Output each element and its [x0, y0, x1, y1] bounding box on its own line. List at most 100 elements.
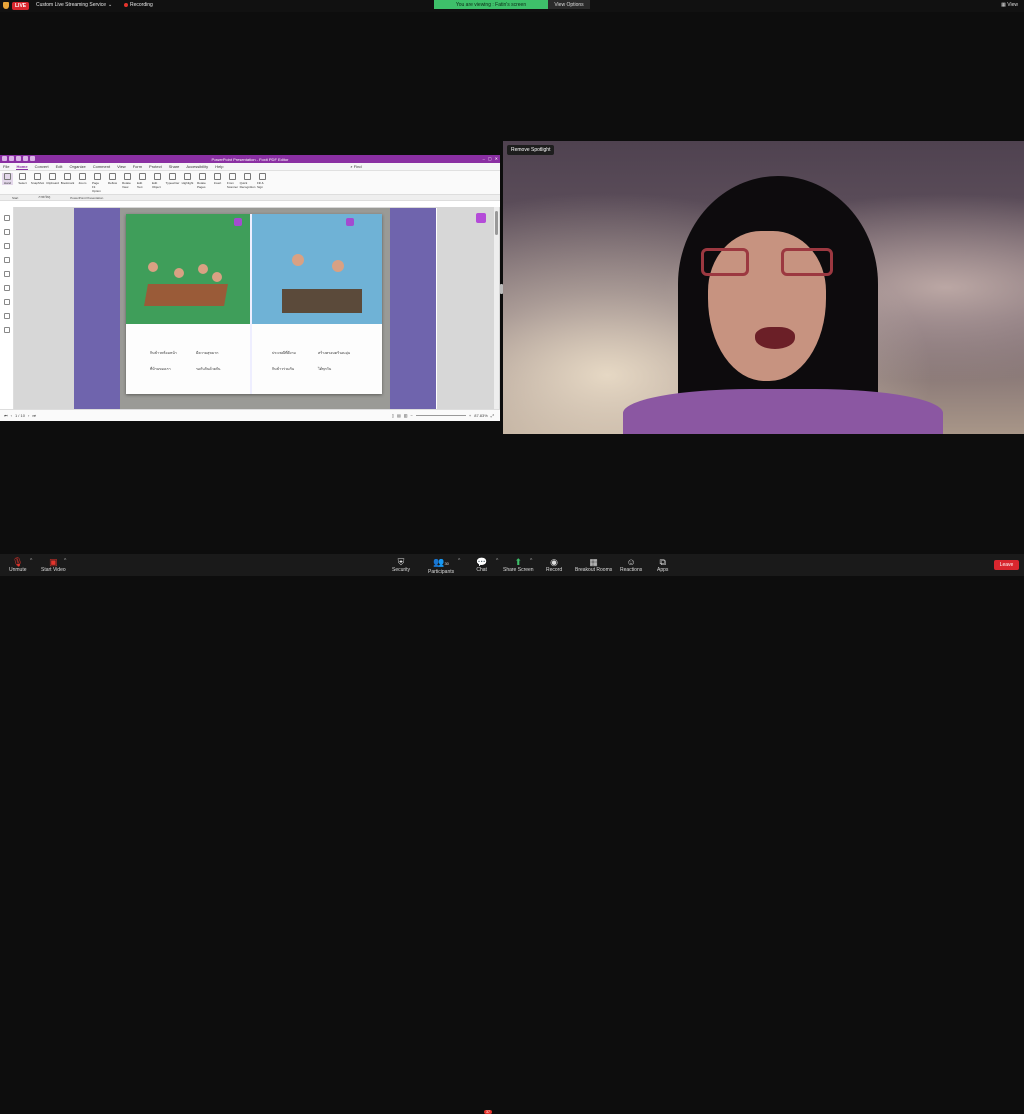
- video-options-chevron-icon[interactable]: ^: [64, 558, 66, 564]
- ribbon-edit-text-button[interactable]: Edit Text: [137, 173, 148, 189]
- view-button[interactable]: ▦ View: [1001, 2, 1018, 8]
- chat-chevron-icon[interactable]: ^: [496, 558, 498, 564]
- ribbon-label: Typewriter: [165, 181, 180, 185]
- recording-indicator[interactable]: Recording: [124, 2, 153, 8]
- ribbon-insert-button[interactable]: Insert: [212, 173, 223, 185]
- book-left-page: กินข้าวพร้อมหน้า ที่บ้านของเรา มีความสุข…: [126, 214, 250, 394]
- print-icon[interactable]: [23, 156, 28, 161]
- record-button[interactable]: ◉ Record: [546, 557, 562, 573]
- apps-button[interactable]: ⧉ Apps: [657, 557, 668, 573]
- live-badge[interactable]: LIVE: [12, 2, 30, 10]
- ribbon-reflow-button[interactable]: Reflow: [107, 173, 118, 185]
- menu-protect[interactable]: Protect: [149, 164, 162, 169]
- ribbon-clipboard-button[interactable]: Clipboard: [46, 173, 59, 185]
- attachments-panel-icon[interactable]: [3, 271, 10, 277]
- remove-spotlight-button[interactable]: Remove Spotlight: [507, 145, 555, 155]
- search-input[interactable]: ⌕ Find: [350, 164, 361, 169]
- reactions-button[interactable]: ☺ Reactions: [620, 557, 642, 573]
- menu-file[interactable]: File: [3, 164, 9, 169]
- layers-panel-icon[interactable]: [3, 257, 10, 263]
- menu-view[interactable]: View: [117, 164, 126, 169]
- ribbon-zoom-button[interactable]: Zoom: [77, 173, 88, 185]
- maximize-icon[interactable]: ▢: [488, 156, 492, 161]
- zoom-level[interactable]: 87.83%: [474, 413, 488, 418]
- page-indicator[interactable]: 1 / 10: [15, 413, 25, 418]
- person-illustration: [292, 254, 304, 266]
- last-page-icon[interactable]: ⏭: [32, 413, 36, 418]
- menu-home[interactable]: Home: [16, 164, 28, 170]
- ribbon-typewriter-button[interactable]: Typewriter: [165, 173, 180, 185]
- speaker-video-tile[interactable]: Remove Spotlight: [503, 141, 1024, 434]
- zoom-slider[interactable]: [415, 415, 466, 416]
- tab-powerpoint[interactable]: PowerPoint Presentation: [70, 196, 103, 200]
- ribbon-bookmark-button[interactable]: Bookmark: [61, 173, 74, 185]
- pages-panel-icon[interactable]: [3, 229, 10, 235]
- dining-table-illustration: [282, 289, 362, 313]
- menu-organize[interactable]: Organize: [70, 164, 86, 169]
- ribbon-snapshot-button[interactable]: SnapShot: [31, 173, 44, 185]
- zoom-out-icon[interactable]: −: [411, 413, 413, 418]
- share-screen-button[interactable]: ⬆ Share Screen: [503, 557, 534, 573]
- ribbon-highlight-button[interactable]: Highlight: [182, 173, 193, 185]
- menu-help[interactable]: Help: [215, 164, 223, 169]
- menu-accessibility[interactable]: Accessibility: [186, 164, 208, 169]
- person-illustration: [148, 262, 158, 272]
- chat-label: Chat: [476, 567, 487, 573]
- participants-button[interactable]: 👥30 Participants: [428, 557, 454, 575]
- tags-panel-icon[interactable]: [3, 327, 10, 333]
- start-video-button[interactable]: ▣ Start Video: [41, 557, 66, 573]
- ribbon-rotate-pages-button[interactable]: Rotate Pages: [197, 173, 208, 189]
- zoom-in-icon[interactable]: +: [469, 413, 471, 418]
- menu-edit[interactable]: Edit: [56, 164, 63, 169]
- share-chevron-icon[interactable]: ^: [530, 558, 532, 564]
- tab-image-doc[interactable]: ภาพ/วัตถุ: [38, 195, 50, 200]
- ribbon-rotate-view-button[interactable]: Rotate View: [122, 173, 133, 189]
- reflow-icon: [109, 173, 116, 180]
- insert-icon: [214, 173, 221, 180]
- chat-button[interactable]: 💬 Chat: [476, 557, 487, 573]
- ribbon-select-button[interactable]: Select: [17, 173, 28, 185]
- ribbon-page-fit-button[interactable]: Page Fit Option: [92, 173, 103, 193]
- minimize-icon[interactable]: –: [483, 156, 485, 161]
- cursor-icon: [19, 173, 26, 180]
- undo-icon[interactable]: [30, 156, 35, 161]
- document-view[interactable]: กินข้าวพร้อมหน้า ที่บ้านของเรา มีความสุข…: [0, 207, 500, 410]
- streaming-service-dropdown[interactable]: Custom Live Streaming Service ⌄: [36, 2, 112, 8]
- breakout-rooms-button[interactable]: ▦ Breakout Rooms: [575, 557, 612, 573]
- save-icon[interactable]: [16, 156, 21, 161]
- menu-convert[interactable]: Convert: [35, 164, 49, 169]
- ribbon-hand-button[interactable]: Hand: [2, 173, 13, 185]
- scrollbar-thumb[interactable]: [495, 211, 498, 235]
- ai-assistant-icon[interactable]: [476, 213, 486, 223]
- audio-options-chevron-icon[interactable]: ^: [30, 558, 32, 564]
- menu-comment[interactable]: Comment: [93, 164, 110, 169]
- vertical-scrollbar[interactable]: [494, 207, 499, 409]
- next-page-icon[interactable]: ›: [28, 413, 29, 418]
- participants-chevron-icon[interactable]: ^: [458, 558, 460, 564]
- single-page-icon[interactable]: ▯: [392, 413, 394, 418]
- view-options-button[interactable]: View Options: [548, 0, 590, 9]
- open-icon[interactable]: [9, 156, 14, 161]
- leave-button[interactable]: Leave: [994, 560, 1019, 570]
- bookmark-panel-icon[interactable]: [3, 215, 10, 221]
- security-button[interactable]: ⛨ Security: [392, 557, 410, 573]
- content-panel-icon[interactable]: [3, 299, 10, 305]
- comments-panel-icon[interactable]: [3, 243, 10, 249]
- prev-page-icon[interactable]: ‹: [11, 413, 12, 418]
- tab-start[interactable]: Start: [12, 196, 18, 200]
- ribbon-from-scanner-button[interactable]: From Scanner: [227, 173, 238, 189]
- first-page-icon[interactable]: ⏮: [4, 413, 8, 418]
- ribbon-quick-recognition-button[interactable]: Quick Recognition: [240, 173, 255, 189]
- menu-form[interactable]: Form: [133, 164, 142, 169]
- fit-page-icon[interactable]: ⤢: [491, 413, 494, 418]
- signature-panel-icon[interactable]: [3, 313, 10, 319]
- close-icon[interactable]: ✕: [495, 156, 498, 161]
- encryption-shield-icon[interactable]: [3, 2, 9, 9]
- security-panel-icon[interactable]: [3, 285, 10, 291]
- ribbon-edit-object-button[interactable]: Edit Object: [152, 173, 163, 189]
- unmute-button[interactable]: 🎙 Unmute: [9, 557, 27, 573]
- continuous-page-icon[interactable]: ▤: [397, 413, 401, 418]
- menu-share[interactable]: Share: [169, 164, 180, 169]
- facing-page-icon[interactable]: ▥: [404, 413, 408, 418]
- ribbon-fill-sign-button[interactable]: Fill & Sign: [257, 173, 268, 189]
